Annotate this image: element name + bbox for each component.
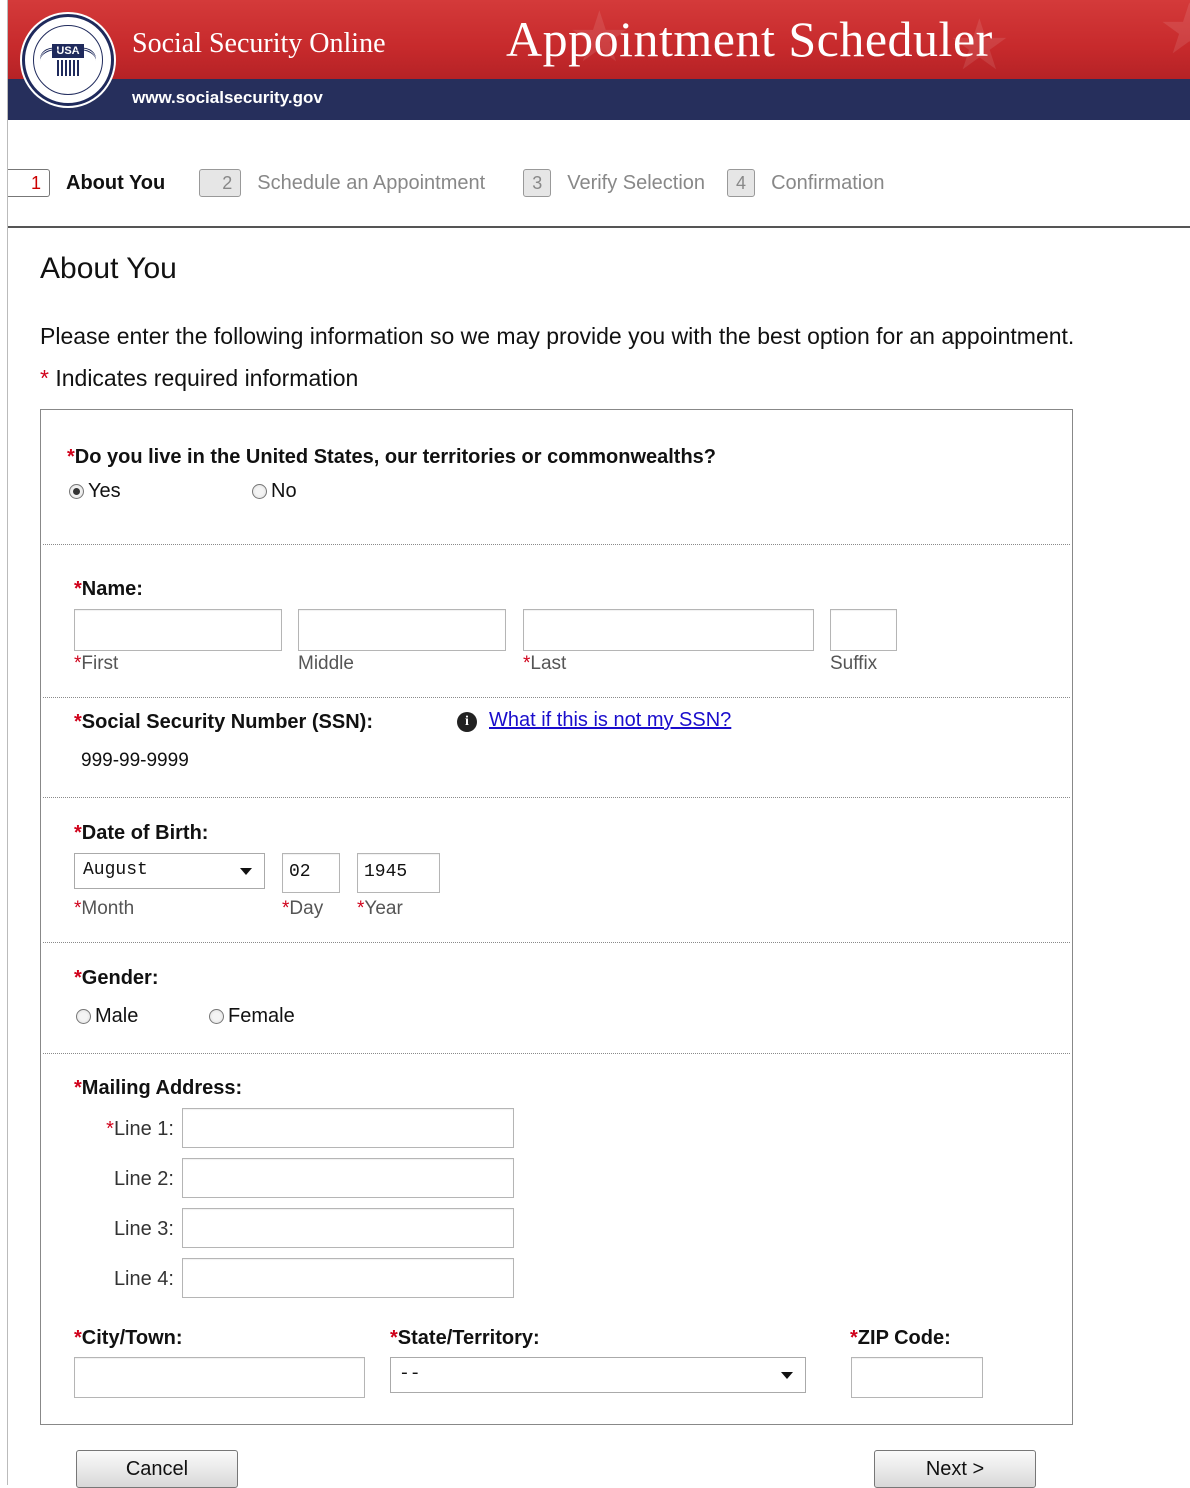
steps-divider: [8, 226, 1190, 228]
dob-year-input[interactable]: 1945: [357, 853, 440, 893]
gender-male-radio[interactable]: Male: [76, 1005, 138, 1028]
section-divider: [43, 1053, 1070, 1054]
required-note-text: Indicates required information: [48, 365, 359, 391]
required-note: * Indicates required information: [40, 365, 358, 392]
dob-month-label: *Month: [74, 898, 135, 919]
address-line1-label: *Line 1:: [106, 1118, 174, 1140]
step-label: Schedule an Appointment: [257, 171, 486, 194]
address-line4-input[interactable]: [182, 1258, 514, 1298]
site-header: ★ ★ ★ USA Social Security Online Appoint…: [8, 0, 1190, 120]
middle-name-input[interactable]: [298, 609, 506, 651]
section-divider: [43, 697, 1070, 698]
address-line2-label: Line 2:: [113, 1168, 174, 1190]
ssn-value: 999-99-9999: [81, 750, 189, 771]
first-name-label: *First: [74, 653, 119, 674]
residence-no-radio[interactable]: No: [252, 480, 297, 503]
eagle-icon: USA: [33, 25, 103, 95]
section-divider: [43, 544, 1070, 545]
ssa-seal-logo: USA: [22, 14, 114, 106]
chevron-down-icon: [240, 868, 252, 875]
step-number: 2: [199, 169, 242, 197]
dob-day-label: *Day: [282, 898, 324, 919]
first-name-input[interactable]: [74, 609, 282, 651]
radio-icon: [209, 1009, 224, 1024]
address-line4-label: Line 4:: [113, 1268, 174, 1290]
state-label: *State/Territory:: [390, 1327, 540, 1349]
dob-year-label: *Year: [357, 898, 403, 919]
gender-female-radio[interactable]: Female: [209, 1005, 295, 1028]
section-divider: [43, 942, 1070, 943]
mailing-address-label: *Mailing Address:: [74, 1077, 243, 1099]
dob-day-input[interactable]: 02: [282, 853, 340, 893]
info-icon: i: [457, 712, 477, 732]
residence-yes-radio[interactable]: Yes: [69, 480, 121, 503]
middle-name-label: Middle: [298, 653, 354, 674]
next-button[interactable]: Next >: [874, 1450, 1036, 1488]
section-divider: [43, 797, 1070, 798]
site-url[interactable]: www.socialsecurity.gov: [132, 88, 323, 108]
page-left-border: [7, 0, 8, 1485]
last-name-label: *Last: [523, 653, 567, 674]
step-verify: 3 Verify Selection: [523, 169, 705, 197]
radio-selected-icon: [69, 484, 84, 499]
step-label: Verify Selection: [567, 171, 706, 194]
address-line2-input[interactable]: [182, 1158, 514, 1198]
brand-title[interactable]: Social Security Online: [132, 28, 386, 60]
state-select[interactable]: --: [390, 1357, 806, 1393]
radio-icon: [252, 484, 267, 499]
city-label: *City/Town:: [74, 1327, 183, 1349]
star-decoration: ★: [1158, 0, 1190, 70]
step-label: About You: [66, 171, 166, 194]
city-input[interactable]: [74, 1357, 365, 1398]
zip-input[interactable]: [851, 1357, 983, 1398]
dob-label: *Date of Birth:: [74, 822, 209, 844]
intro-text: Please enter the following information s…: [40, 323, 1075, 349]
gender-label: *Gender:: [74, 967, 159, 989]
zip-label: *ZIP Code:: [850, 1327, 951, 1349]
page-title: About You: [40, 252, 177, 285]
step-number: 1: [8, 169, 50, 197]
radio-icon: [76, 1009, 91, 1024]
ssn-label: *Social Security Number (SSN):: [74, 711, 373, 733]
suffix-label: Suffix: [830, 653, 878, 674]
last-name-input[interactable]: [523, 609, 814, 651]
chevron-down-icon: [781, 1372, 793, 1379]
required-asterisk: *: [40, 365, 49, 391]
ssn-help-link[interactable]: What if this is not my SSN?: [489, 709, 731, 732]
address-line1-input[interactable]: [182, 1108, 514, 1148]
cancel-button[interactable]: Cancel: [76, 1450, 238, 1488]
suffix-input[interactable]: [830, 609, 897, 651]
residence-question: *Do you live in the United States, our t…: [67, 446, 717, 468]
step-label: Confirmation: [771, 171, 885, 194]
name-label: *Name:: [74, 578, 143, 600]
step-number: 4: [727, 169, 756, 197]
progress-steps: 1 About You 2 Schedule an Appointment 3 …: [8, 165, 906, 201]
address-line3-label: Line 3:: [113, 1218, 174, 1240]
address-line3-input[interactable]: [182, 1208, 514, 1248]
step-confirmation: 4 Confirmation: [727, 169, 884, 197]
step-number: 3: [523, 169, 552, 197]
step-about-you: 1 About You: [8, 169, 165, 197]
about-you-form: *Do you live in the United States, our t…: [40, 409, 1073, 1425]
step-schedule: 2 Schedule an Appointment: [199, 169, 485, 197]
app-title: Appointment Scheduler: [506, 11, 993, 67]
dob-month-select[interactable]: August: [74, 853, 265, 889]
